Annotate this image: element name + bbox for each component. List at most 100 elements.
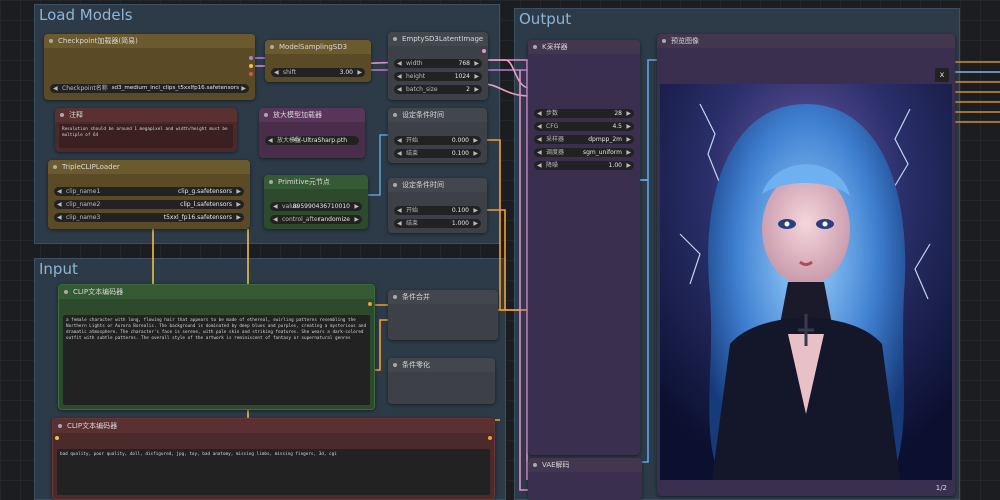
node-title[interactable]: CLIP文本编码器: [53, 419, 494, 433]
node-clip-text-negative[interactable]: CLIP文本编码器 bad quality, poor quality, dol…: [52, 418, 495, 500]
node-title[interactable]: 预览图像: [657, 34, 955, 48]
node-cond-combine[interactable]: 条件合并: [388, 290, 498, 340]
preview-close-button[interactable]: x: [935, 68, 949, 82]
width-input[interactable]: ◀ width 768 ▶: [394, 59, 482, 68]
node-title[interactable]: TripleCLIPLoader: [48, 160, 250, 174]
note-text[interactable]: Resolution should be around 1 megapixel …: [59, 124, 233, 148]
sampler-combo[interactable]: ◀ 采样器 dpmpp_2m ▶: [534, 135, 634, 144]
node-empty-latent[interactable]: EmptySD3LatentImage ◀ width 768 ▶ ◀ heig…: [388, 32, 488, 100]
arrow-right-icon[interactable]: ▶: [473, 219, 478, 228]
arrow-left-icon[interactable]: ◀: [273, 215, 278, 224]
arrow-left-icon[interactable]: ◀: [397, 85, 402, 94]
node-title[interactable]: ModelSamplingSD3: [265, 40, 371, 54]
node-title[interactable]: CLIP文本编码器: [59, 285, 374, 299]
control-after-generate-combo[interactable]: ◀ control_after randomize ▶: [270, 215, 362, 224]
height-input[interactable]: ◀ height 1024 ▶: [394, 72, 482, 81]
output-port-model[interactable]: [249, 56, 253, 60]
node-title[interactable]: Checkpoint加载器(简易): [44, 34, 255, 48]
arrow-right-icon[interactable]: ▶: [626, 135, 631, 144]
output-port-clip[interactable]: [249, 64, 253, 68]
output-port-latent[interactable]: [482, 49, 486, 53]
node-note[interactable]: 注释 Resolution should be around 1 megapix…: [55, 108, 237, 152]
arrow-right-icon[interactable]: ▶: [354, 215, 359, 224]
arrow-left-icon[interactable]: ◀: [397, 219, 402, 228]
arrow-right-icon[interactable]: ▶: [474, 85, 479, 94]
end-input[interactable]: ◀ 结束 1.000 ▶: [394, 219, 481, 228]
arrow-left-icon[interactable]: ◀: [57, 200, 62, 209]
arrow-left-icon[interactable]: ◀: [537, 109, 542, 118]
arrow-left-icon[interactable]: ◀: [537, 161, 542, 170]
start-input[interactable]: ◀ 开始 0.000 ▶: [394, 136, 481, 145]
start-input[interactable]: ◀ 开始 0.100 ▶: [394, 206, 481, 215]
arrow-right-icon[interactable]: ▶: [626, 109, 631, 118]
node-title[interactable]: 条件零化: [388, 358, 495, 372]
node-model-sampling-sd3[interactable]: ModelSamplingSD3 ◀ shift 3.00 ▶: [265, 40, 371, 82]
output-port-conditioning[interactable]: [488, 436, 492, 440]
negative-prompt-textarea[interactable]: bad quality, poor quality, doll, disfigu…: [57, 449, 490, 495]
seed-value-input[interactable]: ◀ value 895990436710010 ▶: [270, 202, 362, 211]
arrow-right-icon[interactable]: ▶: [626, 122, 631, 131]
arrow-right-icon[interactable]: ▶: [474, 72, 479, 81]
denoise-input[interactable]: ◀ 降噪 1.00 ▶: [534, 161, 634, 170]
arrow-right-icon[interactable]: ▶: [236, 187, 241, 196]
steps-input[interactable]: ◀ 步数 28 ▶: [534, 109, 634, 118]
node-title[interactable]: K采样器: [528, 40, 640, 54]
arrow-right-icon[interactable]: ▶: [357, 68, 362, 77]
node-title[interactable]: 放大模型加载器: [259, 108, 365, 122]
arrow-left-icon[interactable]: ◀: [397, 206, 402, 215]
node-title[interactable]: 注释: [55, 108, 237, 122]
node-ksampler[interactable]: K采样器 ◀ 步数 28 ▶ ◀ CFG 4.5 ▶ ◀ 采样器 dpmpp_2…: [528, 40, 640, 455]
arrow-left-icon[interactable]: ◀: [537, 135, 542, 144]
positive-prompt-textarea[interactable]: a female character with long, flowing ha…: [63, 315, 370, 405]
cfg-input[interactable]: ◀ CFG 4.5 ▶: [534, 122, 634, 131]
arrow-left-icon[interactable]: ◀: [397, 72, 402, 81]
node-vae-decode[interactable]: VAE解码: [528, 458, 642, 500]
arrow-right-icon[interactable]: ▶: [241, 84, 246, 93]
input-port-clip[interactable]: [55, 436, 59, 440]
arrow-right-icon[interactable]: ▶: [236, 200, 241, 209]
arrow-left-icon[interactable]: ◀: [397, 149, 402, 158]
node-primitive[interactable]: Primitive元节点 ◀ value 895990436710010 ▶ ◀…: [264, 175, 368, 229]
node-cond-timestep-a[interactable]: 设定条件时间 ◀ 开始 0.000 ▶ ◀ 结束 0.100 ▶: [388, 108, 487, 163]
arrow-left-icon[interactable]: ◀: [268, 136, 273, 145]
ckpt-name-combo[interactable]: ◀ Checkpoint名称 sd3_medium_incl_clips_t5x…: [50, 84, 249, 93]
arrow-left-icon[interactable]: ◀: [274, 68, 279, 77]
arrow-left-icon[interactable]: ◀: [53, 84, 58, 93]
upscale-model-combo[interactable]: ◀ 放大模型 4x-UltraSharp.pth: [265, 136, 359, 145]
arrow-left-icon[interactable]: ◀: [397, 59, 402, 68]
clip-name3-combo[interactable]: ◀ clip_name3 t5xxl_fp16.safetensors ▶: [54, 213, 244, 222]
node-title[interactable]: VAE解码: [528, 458, 642, 472]
arrow-left-icon[interactable]: ◀: [57, 187, 62, 196]
node-title[interactable]: 设定条件时间: [388, 108, 487, 122]
node-title[interactable]: 设定条件时间: [388, 178, 487, 192]
output-port-vae[interactable]: [249, 72, 253, 76]
arrow-right-icon[interactable]: ▶: [354, 202, 359, 211]
arrow-left-icon[interactable]: ◀: [397, 136, 402, 145]
arrow-left-icon[interactable]: ◀: [273, 202, 278, 211]
node-upscale-loader[interactable]: 放大模型加载器 ◀ 放大模型 4x-UltraSharp.pth: [259, 108, 365, 158]
arrow-right-icon[interactable]: ▶: [474, 59, 479, 68]
end-input[interactable]: ◀ 结束 0.100 ▶: [394, 149, 481, 158]
arrow-right-icon[interactable]: ▶: [236, 213, 241, 222]
arrow-right-icon[interactable]: ▶: [473, 149, 478, 158]
arrow-left-icon[interactable]: ◀: [537, 122, 542, 131]
arrow-right-icon[interactable]: ▶: [473, 136, 478, 145]
node-cond-timestep-b[interactable]: 设定条件时间 ◀ 开始 0.100 ▶ ◀ 结束 1.000 ▶: [388, 178, 487, 233]
scheduler-combo[interactable]: ◀ 调度器 sgm_uniform ▶: [534, 148, 634, 157]
node-title[interactable]: 条件合并: [388, 290, 498, 304]
arrow-right-icon[interactable]: ▶: [473, 206, 478, 215]
output-port-conditioning[interactable]: [368, 302, 372, 306]
node-title[interactable]: Primitive元节点: [264, 175, 368, 189]
node-checkpoint-loader[interactable]: Checkpoint加载器(简易) ◀ Checkpoint名称 sd3_med…: [44, 34, 255, 100]
arrow-left-icon[interactable]: ◀: [537, 148, 542, 157]
node-cond-zero[interactable]: 条件零化: [388, 358, 495, 404]
batch-size-input[interactable]: ◀ batch_size 2 ▶: [394, 85, 482, 94]
node-title[interactable]: EmptySD3LatentImage: [388, 32, 488, 46]
generated-image[interactable]: [660, 84, 952, 480]
node-triple-clip-loader[interactable]: TripleCLIPLoader ◀ clip_name1 clip_g.saf…: [48, 160, 250, 229]
arrow-right-icon[interactable]: ▶: [626, 148, 631, 157]
clip-name2-combo[interactable]: ◀ clip_name2 clip_l.safetensors ▶: [54, 200, 244, 209]
clip-name1-combo[interactable]: ◀ clip_name1 clip_g.safetensors ▶: [54, 187, 244, 196]
shift-input[interactable]: ◀ shift 3.00 ▶: [271, 68, 365, 77]
arrow-left-icon[interactable]: ◀: [57, 213, 62, 222]
